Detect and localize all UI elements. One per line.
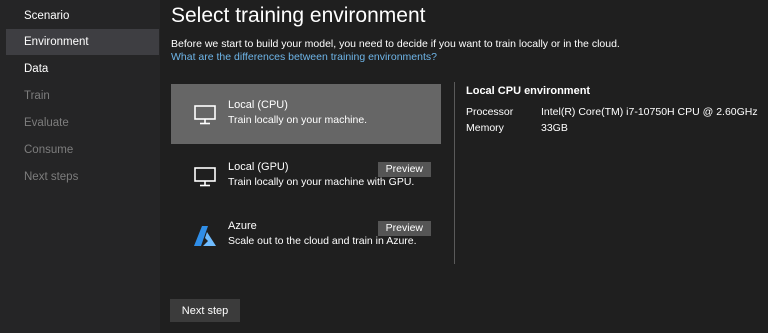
sidebar-item-data[interactable]: Data [6,56,159,82]
azure-icon [193,225,217,247]
option-subtitle: Train locally on your machine. [228,114,368,126]
sidebar-item-next-steps: Next steps [24,171,79,183]
option-local-cpu[interactable]: Local (CPU) Train locally on your machin… [171,84,441,144]
option-name: Local (GPU) [228,161,289,173]
option-local-gpu[interactable]: Local (GPU) Train locally on your machin… [171,146,441,206]
sidebar-item-consume: Consume [24,144,74,156]
memory-label: Memory [466,122,504,134]
processor-label: Processor [466,106,514,118]
option-azure[interactable]: Azure Scale out to the cloud and train i… [171,205,441,265]
page-description: Before we start to build your model, you… [171,38,620,50]
sidebar-item-environment[interactable]: Environment [6,29,159,55]
processor-value: Intel(R) Core(TM) i7-10750H CPU @ 2.60GH… [541,106,758,118]
vertical-divider [454,82,455,264]
option-subtitle: Scale out to the cloud and train in Azur… [228,235,417,247]
sidebar-item-scenario[interactable]: Scenario [6,3,159,29]
preview-badge: Preview [377,221,431,236]
sidebar: Scenario Environment Data Train Evaluate… [0,0,160,333]
option-name: Local (CPU) [228,99,288,111]
sidebar-item-evaluate: Evaluate [24,117,69,129]
app-root: Scenario Environment Data Train Evaluate… [0,0,768,333]
page-title: Select training environment [171,4,426,27]
monitor-icon [193,104,217,126]
option-subtitle: Train locally on your machine with GPU. [228,176,415,188]
memory-value: 33GB [541,122,568,134]
environment-differences-link[interactable]: What are the differences between trainin… [171,51,437,63]
details-title: Local CPU environment [466,85,591,97]
option-name: Azure [228,220,257,232]
sidebar-item-train: Train [24,90,50,102]
next-step-button[interactable]: Next step [170,299,240,322]
preview-badge: Preview [377,162,431,177]
monitor-icon [193,166,217,188]
